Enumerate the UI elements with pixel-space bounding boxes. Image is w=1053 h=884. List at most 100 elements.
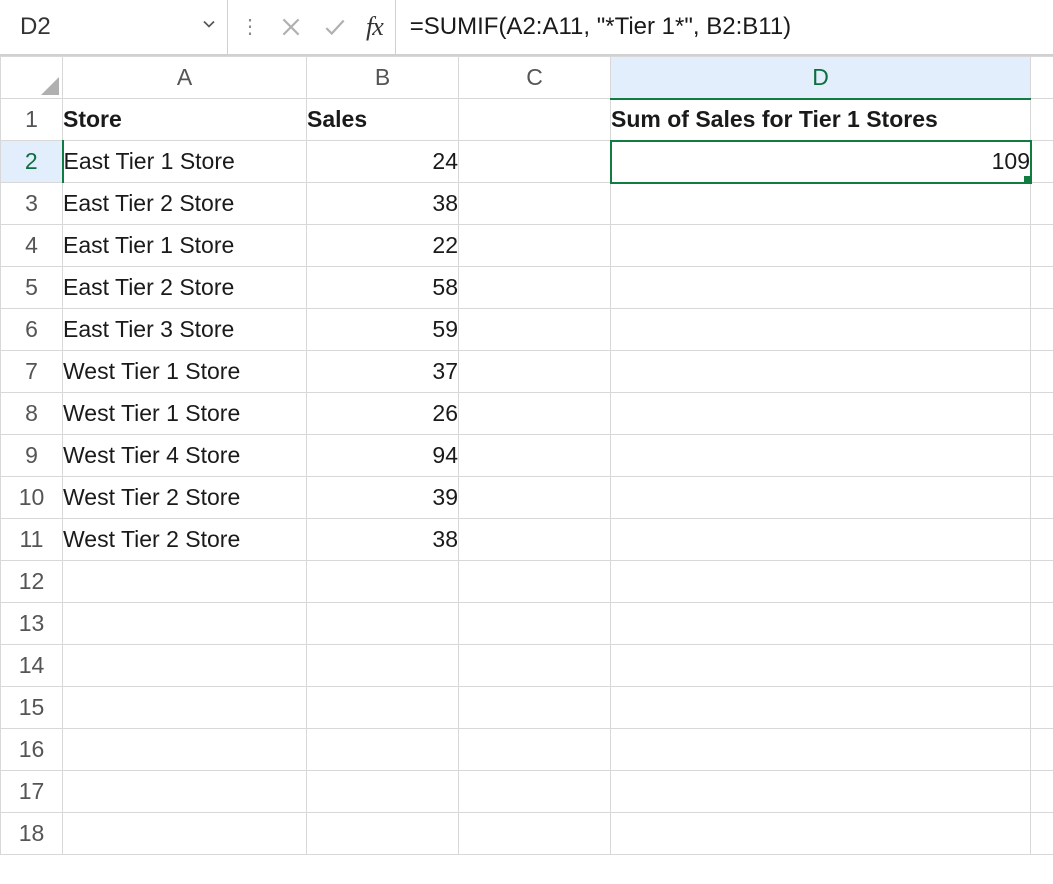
vertical-dots-icon[interactable]: ⋮ [236, 17, 264, 37]
row-head-12[interactable]: 12 [1, 561, 63, 603]
cell-B3[interactable]: 38 [307, 183, 459, 225]
cell-D18[interactable] [611, 813, 1031, 855]
cell-C3[interactable] [459, 183, 611, 225]
cell-D10[interactable] [611, 477, 1031, 519]
cell-A4[interactable]: East Tier 1 Store [63, 225, 307, 267]
cell-C12[interactable] [459, 561, 611, 603]
cell-A12[interactable] [63, 561, 307, 603]
cell-C6[interactable] [459, 309, 611, 351]
col-head-C[interactable]: C [459, 57, 611, 99]
cell-B16[interactable] [307, 729, 459, 771]
cell-A11[interactable]: West Tier 2 Store [63, 519, 307, 561]
cell-C17[interactable] [459, 771, 611, 813]
cell-B1[interactable]: Sales [307, 99, 459, 141]
cancel-button[interactable] [274, 10, 308, 44]
cell-D5[interactable] [611, 267, 1031, 309]
cell-A8[interactable]: West Tier 1 Store [63, 393, 307, 435]
cell-D12[interactable] [611, 561, 1031, 603]
cell-D2[interactable]: 109 [611, 141, 1031, 183]
cell-D6[interactable] [611, 309, 1031, 351]
cell-A17[interactable] [63, 771, 307, 813]
cell-D16[interactable] [611, 729, 1031, 771]
cell-C2[interactable] [459, 141, 611, 183]
cell-B7[interactable]: 37 [307, 351, 459, 393]
col-head-A[interactable]: A [63, 57, 307, 99]
cell-D15[interactable] [611, 687, 1031, 729]
row-head-17[interactable]: 17 [1, 771, 63, 813]
row-head-14[interactable]: 14 [1, 645, 63, 687]
cell-A14[interactable] [63, 645, 307, 687]
cell-C10[interactable] [459, 477, 611, 519]
cell-C11[interactable] [459, 519, 611, 561]
cell-D17[interactable] [611, 771, 1031, 813]
cell-D7[interactable] [611, 351, 1031, 393]
row-head-11[interactable]: 11 [1, 519, 63, 561]
cell-B18[interactable] [307, 813, 459, 855]
row-head-9[interactable]: 9 [1, 435, 63, 477]
row-head-4[interactable]: 4 [1, 225, 63, 267]
cell-B13[interactable] [307, 603, 459, 645]
cell-D9[interactable] [611, 435, 1031, 477]
cell-D1[interactable]: Sum of Sales for Tier 1 Stores [611, 99, 1031, 141]
col-head-B[interactable]: B [307, 57, 459, 99]
cell-B10[interactable]: 39 [307, 477, 459, 519]
row-head-8[interactable]: 8 [1, 393, 63, 435]
cell-C16[interactable] [459, 729, 611, 771]
cell-A6[interactable]: East Tier 3 Store [63, 309, 307, 351]
row-head-1[interactable]: 1 [1, 99, 63, 141]
cell-C5[interactable] [459, 267, 611, 309]
cell-A13[interactable] [63, 603, 307, 645]
row-head-10[interactable]: 10 [1, 477, 63, 519]
cell-D3[interactable] [611, 183, 1031, 225]
row-head-7[interactable]: 7 [1, 351, 63, 393]
cell-A15[interactable] [63, 687, 307, 729]
fx-icon[interactable]: fx [362, 12, 387, 42]
chevron-down-icon[interactable] [195, 14, 223, 40]
cell-D11[interactable] [611, 519, 1031, 561]
cell-B5[interactable]: 58 [307, 267, 459, 309]
cell-A2[interactable]: East Tier 1 Store [63, 141, 307, 183]
cell-C15[interactable] [459, 687, 611, 729]
cell-A18[interactable] [63, 813, 307, 855]
cell-C7[interactable] [459, 351, 611, 393]
cell-B2[interactable]: 24 [307, 141, 459, 183]
row-head-6[interactable]: 6 [1, 309, 63, 351]
cell-A3[interactable]: East Tier 2 Store [63, 183, 307, 225]
cell-C18[interactable] [459, 813, 611, 855]
cell-B14[interactable] [307, 645, 459, 687]
cell-B15[interactable] [307, 687, 459, 729]
row-head-15[interactable]: 15 [1, 687, 63, 729]
cell-B6[interactable]: 59 [307, 309, 459, 351]
enter-button[interactable] [318, 10, 352, 44]
cell-A7[interactable]: West Tier 1 Store [63, 351, 307, 393]
cell-A1[interactable]: Store [63, 99, 307, 141]
cell-C14[interactable] [459, 645, 611, 687]
cell-B9[interactable]: 94 [307, 435, 459, 477]
cell-D4[interactable] [611, 225, 1031, 267]
cell-A10[interactable]: West Tier 2 Store [63, 477, 307, 519]
cell-B4[interactable]: 22 [307, 225, 459, 267]
row-head-13[interactable]: 13 [1, 603, 63, 645]
cell-D8[interactable] [611, 393, 1031, 435]
cell-B11[interactable]: 38 [307, 519, 459, 561]
row-head-18[interactable]: 18 [1, 813, 63, 855]
cell-C9[interactable] [459, 435, 611, 477]
name-box[interactable]: D2 [16, 13, 195, 41]
row-head-16[interactable]: 16 [1, 729, 63, 771]
cell-B8[interactable]: 26 [307, 393, 459, 435]
cell-A9[interactable]: West Tier 4 Store [63, 435, 307, 477]
cell-B17[interactable] [307, 771, 459, 813]
cell-A5[interactable]: East Tier 2 Store [63, 267, 307, 309]
cell-C4[interactable] [459, 225, 611, 267]
cell-D13[interactable] [611, 603, 1031, 645]
cell-A16[interactable] [63, 729, 307, 771]
row-head-3[interactable]: 3 [1, 183, 63, 225]
cell-B12[interactable] [307, 561, 459, 603]
cell-C8[interactable] [459, 393, 611, 435]
cell-C13[interactable] [459, 603, 611, 645]
row-head-2[interactable]: 2 [1, 141, 63, 183]
select-all-corner[interactable] [1, 57, 63, 99]
formula-input[interactable]: =SUMIF(A2:A11, "*Tier 1*", B2:B11) [396, 0, 1053, 54]
row-head-5[interactable]: 5 [1, 267, 63, 309]
cell-C1[interactable] [459, 99, 611, 141]
